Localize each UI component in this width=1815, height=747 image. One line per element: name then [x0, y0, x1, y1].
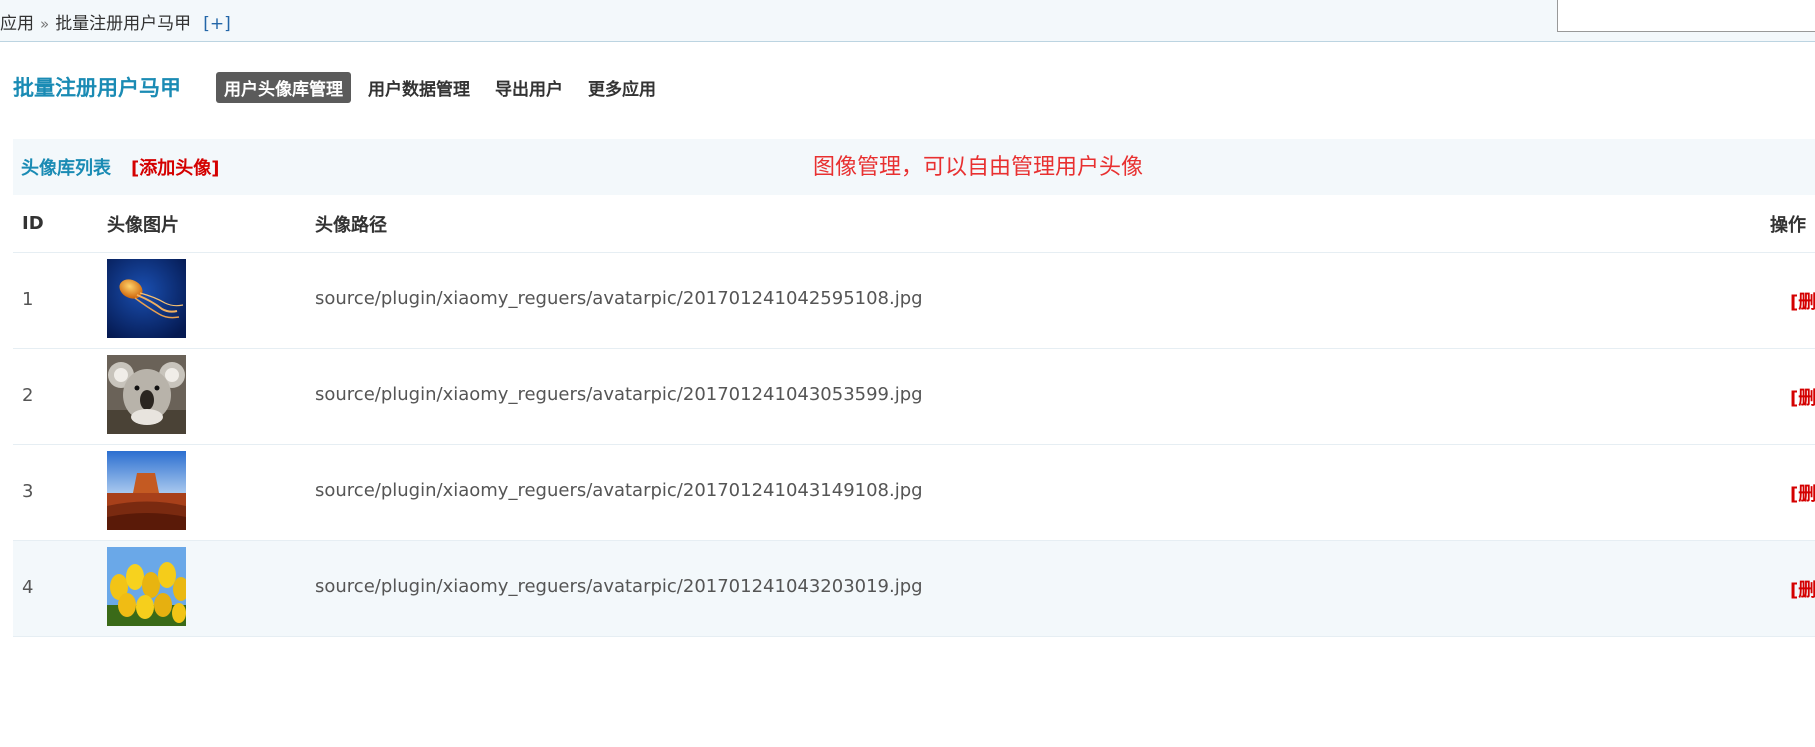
- column-header-operation: 操作: [1770, 214, 1806, 236]
- avatar-table: 头像库列表 [添加头像] 图像管理，可以自由管理用户头像 ID 头像图片 头像路…: [13, 139, 1815, 637]
- column-header-path: 头像路径: [315, 214, 387, 236]
- tab-export-users[interactable]: 导出用户: [487, 72, 571, 103]
- avatar-thumbnail-desert[interactable]: [107, 451, 186, 530]
- breadcrumb-current: 批量注册用户马甲: [55, 14, 192, 34]
- column-header-id: ID: [22, 213, 44, 234]
- delete-link[interactable]: [删: [1790, 384, 1815, 410]
- delete-link[interactable]: [删: [1790, 480, 1815, 506]
- top-breadcrumb-bar: 应用 » 批量注册用户马甲 [+]: [0, 0, 1815, 42]
- table-row: 1 source/plugin/xiaomy_reguers/avatarpic…: [13, 253, 1815, 349]
- table-row: 2 source/plugin/xiaomy_reguers/avatarpic…: [13, 349, 1815, 445]
- row-id: 4: [22, 577, 34, 598]
- add-shortcut-link[interactable]: [+]: [203, 14, 231, 34]
- column-header-image: 头像图片: [107, 214, 179, 236]
- table-header: ID 头像图片 头像路径 操作: [13, 195, 1815, 253]
- delete-link[interactable]: [删: [1790, 288, 1815, 314]
- table-row: 3 source/plugin/xiaomy_reguers/avatarpic…: [13, 445, 1815, 541]
- row-id: 1: [22, 289, 34, 310]
- row-id: 3: [22, 481, 34, 502]
- avatar-thumbnail-koala[interactable]: [107, 355, 186, 434]
- row-id: 2: [22, 385, 34, 406]
- annotation-text: 图像管理，可以自由管理用户头像: [813, 155, 1144, 180]
- delete-link[interactable]: [删: [1790, 576, 1815, 602]
- plugin-title: 批量注册用户马甲: [13, 76, 181, 100]
- tab-avatar-library[interactable]: 用户头像库管理: [216, 71, 351, 103]
- breadcrumb: 应用 » 批量注册用户马甲 [+]: [0, 9, 231, 34]
- row-path: source/plugin/xiaomy_reguers/avatarpic/2…: [315, 480, 923, 501]
- breadcrumb-root[interactable]: 应用: [0, 14, 34, 34]
- row-path: source/plugin/xiaomy_reguers/avatarpic/2…: [315, 384, 923, 405]
- list-title: 头像库列表: [21, 158, 111, 179]
- breadcrumb-separator: »: [40, 15, 50, 33]
- row-path: source/plugin/xiaomy_reguers/avatarpic/2…: [315, 288, 923, 309]
- tab-user-data[interactable]: 用户数据管理: [360, 72, 478, 103]
- list-header: 头像库列表 [添加头像] 图像管理，可以自由管理用户头像: [13, 139, 1815, 195]
- search-input[interactable]: [1557, 0, 1815, 32]
- row-path: source/plugin/xiaomy_reguers/avatarpic/2…: [315, 576, 923, 597]
- table-row: 4 source/plugin/xiaomy_reguers/avatarpic…: [13, 541, 1815, 637]
- tab-more-apps[interactable]: 更多应用: [580, 72, 664, 103]
- plugin-header: 批量注册用户马甲 用户头像库管理 用户数据管理 导出用户 更多应用: [13, 70, 673, 104]
- add-avatar-link[interactable]: [添加头像]: [131, 154, 219, 180]
- avatar-thumbnail-jellyfish[interactable]: [107, 259, 186, 338]
- avatar-thumbnail-tulips[interactable]: [107, 547, 186, 626]
